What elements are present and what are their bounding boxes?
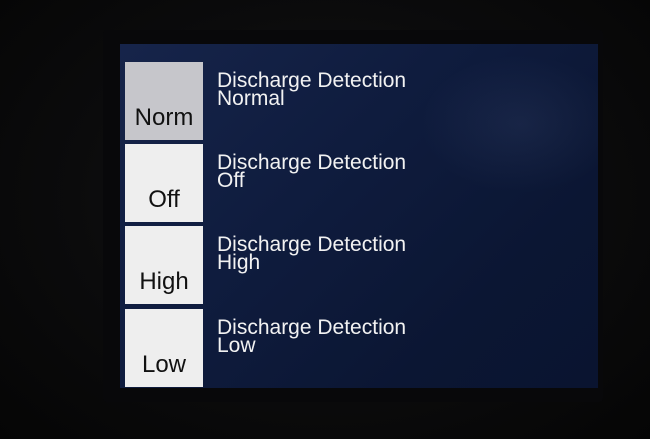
- menu-item-description: Discharge Detection Low: [217, 317, 406, 357]
- menu-item-description: Discharge Detection Normal: [217, 70, 406, 110]
- menu-item-high: High Discharge Detection High: [125, 226, 595, 304]
- low-button[interactable]: Low: [125, 309, 203, 387]
- menu-item-value: Low: [217, 334, 256, 357]
- menu-item-normal: Norm Discharge Detection Normal: [125, 62, 595, 140]
- device-frame: Norm Discharge Detection Normal Off Disc…: [0, 0, 650, 439]
- menu-item-description: Discharge Detection High: [217, 234, 406, 274]
- menu-item-title: Discharge Detection: [217, 151, 407, 174]
- menu-item-value: High: [217, 251, 261, 274]
- menu-item-description: Discharge Detection Off: [217, 151, 407, 192]
- high-button[interactable]: High: [125, 226, 203, 304]
- menu-item-low: Low Discharge Detection Low: [125, 309, 595, 387]
- display-screen: Norm Discharge Detection Normal Off Disc…: [120, 44, 598, 388]
- menu-item-off: Off Discharge Detection Off: [125, 144, 595, 222]
- norm-button[interactable]: Norm: [125, 62, 203, 140]
- menu-item-value: Normal: [217, 87, 285, 110]
- off-button[interactable]: Off: [125, 144, 203, 222]
- menu-item-value: Off: [217, 169, 245, 192]
